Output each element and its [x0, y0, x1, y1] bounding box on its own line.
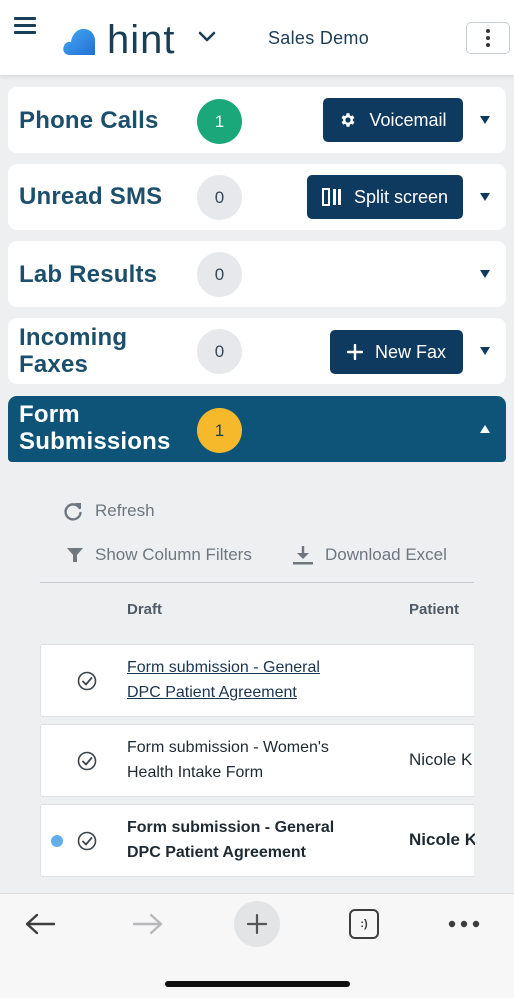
- section-title-line1: Form: [19, 401, 80, 428]
- hint-logo[interactable]: hint: [62, 20, 176, 60]
- count-badge: 0: [197, 329, 242, 374]
- count-badge: 0: [197, 252, 242, 297]
- section-title: Unread SMS: [19, 183, 163, 210]
- patient-name: Nicole K: [409, 830, 475, 849]
- split-screen-label: Split screen: [353, 186, 449, 207]
- account-name[interactable]: Sales Demo: [268, 28, 369, 49]
- menu-icon[interactable]: [14, 17, 36, 35]
- download-excel-button[interactable]: Download Excel: [292, 545, 447, 565]
- more-button[interactable]: [444, 902, 484, 946]
- count-badge: 1: [197, 99, 242, 144]
- back-arrow-icon: [25, 913, 56, 935]
- back-button[interactable]: [18, 902, 62, 946]
- table-divider: [40, 582, 474, 583]
- form-title-line1: Form submission - Women's: [127, 739, 329, 756]
- cloud-logo-icon: [63, 28, 96, 55]
- table-row[interactable]: Form submission - General DPC Patient Ag…: [40, 804, 475, 877]
- section-title: Lab Results: [19, 261, 158, 288]
- table-row[interactable]: Form submission - Women's Health Intake …: [40, 724, 474, 797]
- column-header-draft[interactable]: Draft: [127, 601, 162, 618]
- new-fax-button[interactable]: New Fax: [330, 330, 463, 374]
- tabs-icon: :): [349, 909, 379, 939]
- refresh-button[interactable]: Refresh: [62, 500, 155, 522]
- voicemail-button[interactable]: Voicemail: [323, 98, 463, 142]
- section-incoming-faxes[interactable]: Incoming Faxes 0 New Fax: [8, 318, 506, 384]
- form-submission-link[interactable]: Form submission - General DPC Patient Ag…: [127, 655, 367, 705]
- show-column-filters-button[interactable]: Show Column Filters: [66, 545, 252, 565]
- section-title: Phone Calls: [19, 107, 159, 134]
- split-screen-button[interactable]: Split screen: [307, 175, 463, 219]
- split-screen-icon: [321, 188, 341, 206]
- caret-up-icon[interactable]: [479, 424, 491, 434]
- form-title-line1: Form submission - General: [127, 819, 335, 836]
- chevron-down-icon[interactable]: [198, 30, 216, 44]
- home-indicator: [165, 981, 350, 987]
- form-title-line1: Form submission - General: [127, 659, 320, 676]
- plus-icon: [246, 913, 268, 935]
- form-title-line2: DPC Patient Agreement: [127, 844, 306, 861]
- section-title-line2: Faxes: [19, 351, 89, 378]
- tabs-icon-label: :): [360, 918, 368, 930]
- app-header: hint Sales Demo: [0, 0, 514, 76]
- check-circle-icon: [77, 751, 97, 771]
- unread-indicator: [51, 835, 63, 847]
- download-excel-label: Download Excel: [325, 545, 447, 564]
- tabs-button[interactable]: :): [345, 902, 383, 946]
- section-form-submissions[interactable]: Form Submissions 1: [8, 396, 506, 462]
- voicemail-label: Voicemail: [369, 109, 447, 130]
- plus-icon: [346, 344, 363, 360]
- refresh-label: Refresh: [95, 501, 155, 520]
- count-badge: 1: [197, 408, 242, 453]
- caret-down-icon[interactable]: [479, 192, 491, 202]
- refresh-icon: [64, 503, 82, 521]
- count-badge: 0: [197, 175, 242, 220]
- table-row[interactable]: Form submission - General DPC Patient Ag…: [40, 644, 474, 717]
- column-header-patient[interactable]: Patient: [409, 601, 459, 618]
- filter-icon: [67, 548, 83, 562]
- caret-down-icon[interactable]: [479, 115, 491, 125]
- form-title-line2: Health Intake Form: [127, 764, 264, 781]
- section-title-line1: Incoming: [19, 324, 128, 351]
- browser-toolbar: :): [0, 893, 514, 998]
- section-unread-sms[interactable]: Unread SMS 0 Split screen: [8, 164, 506, 230]
- form-submissions-panel: Refresh Show Column Filters Download Exc…: [8, 462, 506, 892]
- section-title-line2: Submissions: [19, 428, 171, 455]
- caret-down-icon[interactable]: [479, 346, 491, 356]
- check-circle-icon: [77, 671, 97, 691]
- check-circle-icon: [77, 831, 97, 851]
- patient-name: Nicole K: [409, 750, 473, 769]
- logo-text: hint: [107, 18, 176, 62]
- new-fax-label: New Fax: [374, 341, 446, 362]
- new-tab-button[interactable]: [234, 901, 280, 947]
- caret-down-icon[interactable]: [479, 269, 491, 279]
- forward-button[interactable]: [126, 902, 170, 946]
- show-column-filters-label: Show Column Filters: [95, 545, 252, 564]
- form-title: Form submission - Women's Health Intake …: [127, 735, 367, 785]
- form-title-line2: DPC Patient Agreement: [127, 684, 297, 701]
- section-phone-calls[interactable]: Phone Calls 1 Voicemail: [8, 87, 506, 153]
- more-icon: [448, 920, 480, 928]
- form-title: Form submission - General DPC Patient Ag…: [127, 815, 367, 865]
- forward-arrow-icon: [132, 913, 163, 935]
- section-lab-results[interactable]: Lab Results 0: [8, 241, 506, 307]
- download-icon: [293, 546, 313, 565]
- gear-icon: [342, 113, 355, 127]
- more-options-button[interactable]: [466, 22, 510, 54]
